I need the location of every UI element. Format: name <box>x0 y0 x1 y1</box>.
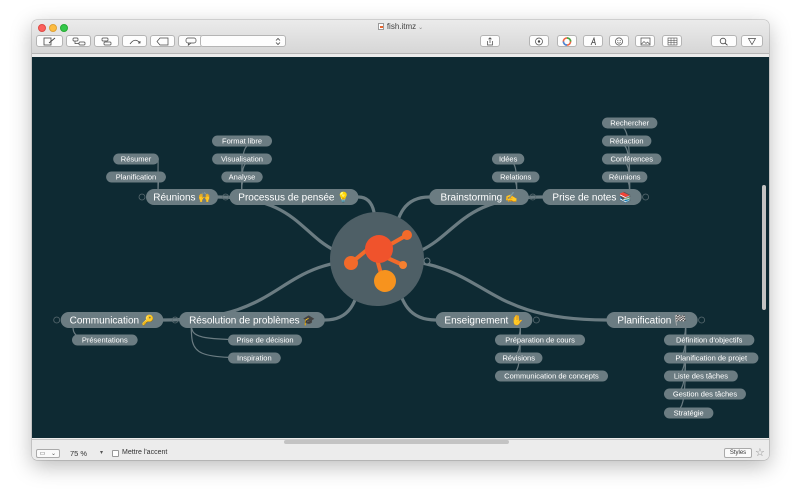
subtopic-label: Prise de décision <box>236 336 293 345</box>
outline-icon <box>535 37 543 45</box>
chevron-updown-icon <box>275 37 281 45</box>
subtopic-label: Visualisation <box>221 155 263 164</box>
subtopic-label: Liste des tâches <box>674 372 728 381</box>
subtopic-label: Rédaction <box>610 137 644 146</box>
add-subtopic-button[interactable] <box>94 35 119 47</box>
collapse-handle <box>532 316 540 324</box>
subtopic-label: Relations <box>500 173 532 182</box>
subtopic-label: Format libre <box>222 137 262 146</box>
image-icon <box>640 37 650 45</box>
topic-label: Prise de notes 📚 <box>552 192 631 204</box>
title-chevron-icon[interactable]: ⌄ <box>418 25 423 31</box>
search-icon <box>719 37 728 46</box>
document-icon <box>377 23 384 30</box>
filter-icon <box>747 37 757 45</box>
view-mode-button[interactable]: ▭ ⌄ <box>36 449 60 458</box>
app-window: fish.itmz ⌄ Résumer Planification Réunio… <box>32 20 769 460</box>
topic-label: Enseignement ✋ <box>444 314 523 327</box>
topic-label: Résolution de problèmes 🎓 <box>189 315 315 327</box>
subtopic-connector <box>601 140 631 198</box>
subtopic-label: Idées <box>499 155 518 164</box>
font-icon <box>590 36 596 45</box>
table-button[interactable] <box>662 35 682 47</box>
outline-button[interactable] <box>529 35 549 47</box>
subtopic-label: Réunions <box>609 173 641 182</box>
subtopic-connector <box>494 319 521 377</box>
subtopic-label: Inspiration <box>237 354 272 363</box>
share-button[interactable] <box>480 35 500 47</box>
emoji-button[interactable] <box>609 35 629 47</box>
color-button[interactable] <box>557 35 577 47</box>
color-wheel-icon <box>562 36 572 46</box>
image-button[interactable] <box>635 35 655 47</box>
accent-checkbox[interactable] <box>112 450 119 457</box>
window-title: fish.itmz ⌄ <box>32 22 769 31</box>
horizontal-scrollbar[interactable] <box>284 440 509 444</box>
subtopic-label: Gestion des tâches <box>673 390 737 399</box>
share-icon <box>487 36 493 45</box>
subtopic-label: Définition d'objectifs <box>676 336 743 345</box>
vertical-scrollbar[interactable] <box>762 185 766 310</box>
table-icon <box>667 37 677 45</box>
add-topic-icon <box>72 37 85 45</box>
topic-label: Brainstorming ✍ <box>441 192 518 204</box>
window-title-text: fish.itmz <box>386 22 417 31</box>
boundary-button[interactable] <box>150 35 175 47</box>
search-button[interactable] <box>711 35 737 47</box>
emoji-icon <box>615 37 623 45</box>
topic-label: Communication 🔑 <box>70 314 155 327</box>
subtopic-label: Présentations <box>82 336 128 345</box>
edit-icon <box>43 37 55 45</box>
zoom-level[interactable]: 75 % <box>70 449 87 458</box>
subtopic-label: Analyse <box>229 173 256 182</box>
subtopic-label: Planification <box>116 173 156 182</box>
add-topic-button[interactable] <box>66 35 91 47</box>
add-subtopic-icon <box>101 37 111 45</box>
topic-nodes: Résumer Planification Réunions 🙌 Format lib… <box>53 117 759 419</box>
filter-button[interactable] <box>741 35 763 47</box>
topic-label: Processus de pensée 💡 <box>238 191 349 204</box>
sidebar-toggle-icon: ▭ <box>39 451 46 457</box>
collapse-handle <box>138 193 146 201</box>
boundary-icon <box>156 37 168 45</box>
accent-label: Mettre l'accent <box>122 449 168 456</box>
subtopic-label: Conférences <box>610 155 653 164</box>
chevron-down-icon: ⌄ <box>50 451 57 457</box>
subtopic-label: Résumer <box>121 155 152 164</box>
mind-map-canvas[interactable]: Résumer Planification Réunions 🙌 Format lib… <box>32 57 769 438</box>
zoom-chevron-icon[interactable]: ▾ <box>100 449 103 456</box>
favorite-star-icon[interactable]: ☆ <box>755 446 765 459</box>
font-button[interactable] <box>583 35 603 47</box>
edit-button[interactable] <box>36 35 63 47</box>
styles-button[interactable]: Styles <box>724 448 752 458</box>
subtopic-label: Préparation de cours <box>505 336 575 345</box>
relationship-icon <box>129 39 140 44</box>
subtopic-label: Révisions <box>502 354 535 363</box>
subtopic-label: Rechercher <box>610 119 649 128</box>
central-handle <box>423 257 431 265</box>
callout-icon <box>185 37 196 46</box>
style-select[interactable] <box>200 35 286 47</box>
subtopic-connector <box>663 319 687 377</box>
collapse-handle <box>698 316 705 324</box>
title-bar: fish.itmz ⌄ <box>32 20 769 54</box>
subtopic-label: Stratégie <box>674 409 704 418</box>
topic-label: Réunions 🙌 <box>153 192 210 204</box>
subtopic-connector <box>241 140 272 198</box>
mind-map: Résumer Planification Réunions 🙌 Format lib… <box>53 117 759 419</box>
relationship-button[interactable] <box>122 35 147 47</box>
status-bar: ▭ ⌄ 75 % ▾ Mettre l'accent Styles ☆ <box>32 439 769 460</box>
subtopic-label: Planification de projet <box>675 354 748 363</box>
collapse-handle <box>642 193 649 201</box>
collapse-handle <box>53 316 61 324</box>
topic-label: Planification 🏁 <box>617 314 686 327</box>
subtopic-label: Communication de concepts <box>504 372 599 381</box>
